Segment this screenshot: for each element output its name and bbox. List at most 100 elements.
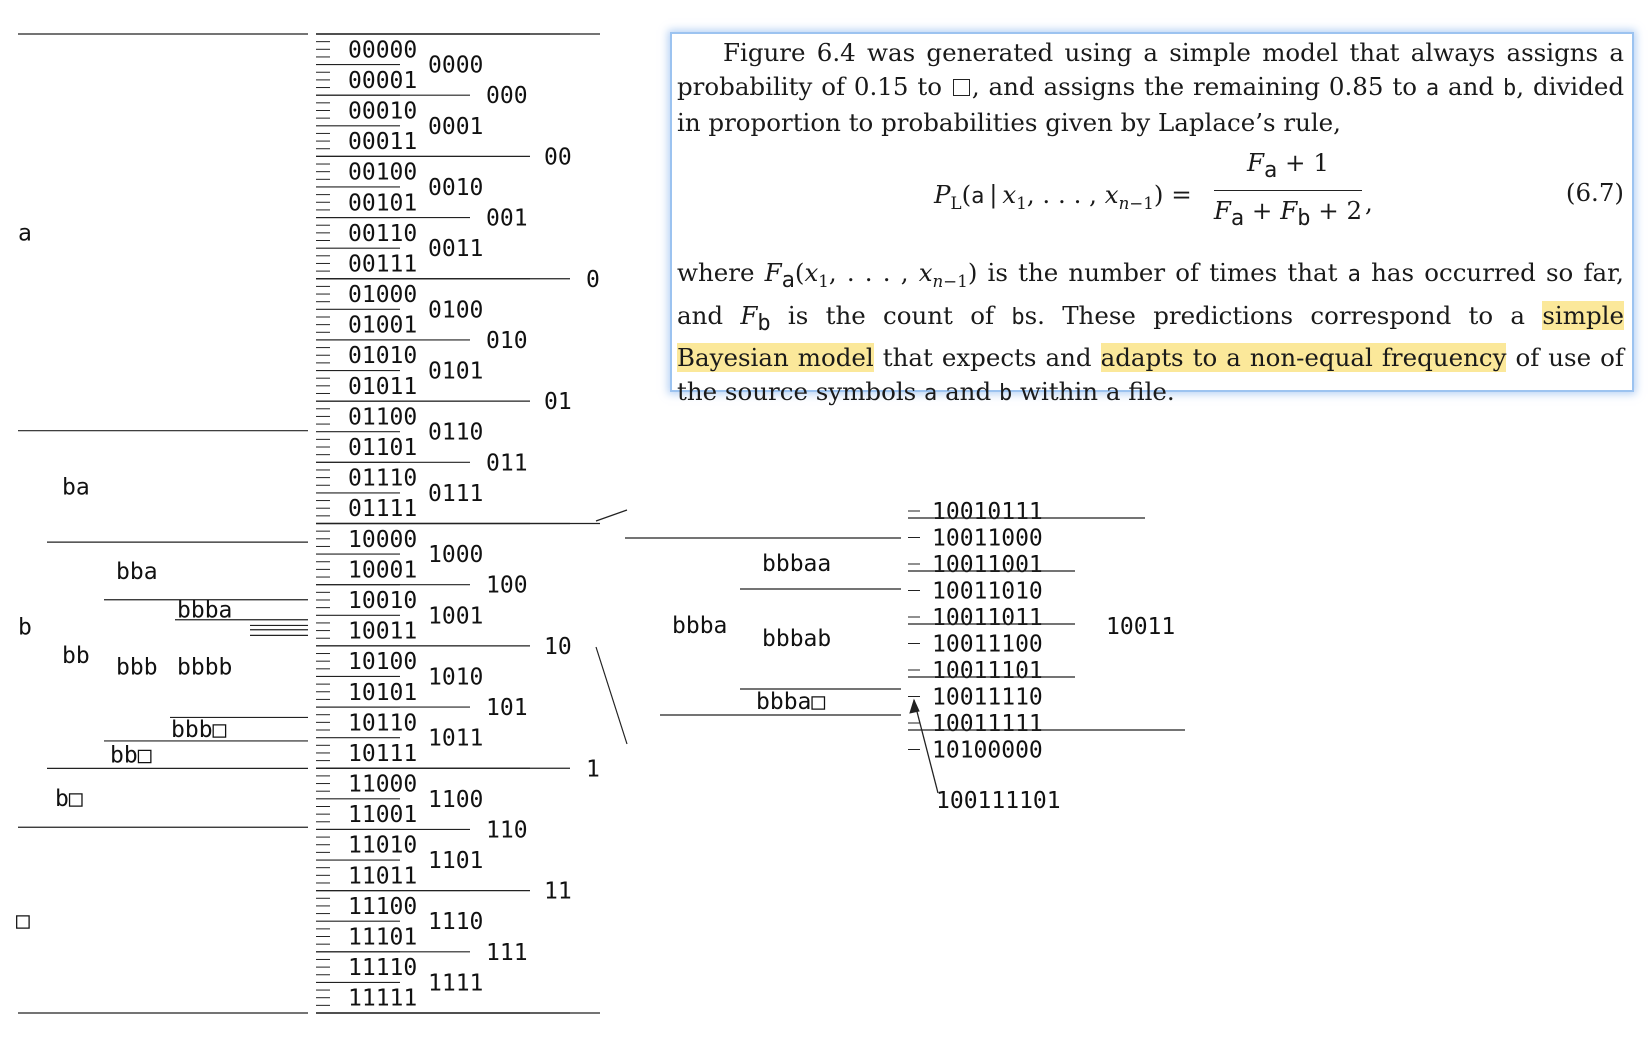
zoom-binary-label: 10011100 <box>932 632 1043 658</box>
binary-label-5bit: 01011 <box>348 374 417 400</box>
zoom-connector <box>595 509 628 522</box>
binary-label-4bit: 1110 <box>428 909 483 935</box>
binary-label-4bit: 0001 <box>428 114 483 140</box>
binary-label-2bit: 11 <box>544 879 572 905</box>
binary-label-4bit: 1000 <box>428 542 483 568</box>
binary-label-5bit: 11001 <box>348 802 417 828</box>
symbol-interval-label: bba <box>116 559 158 585</box>
equation-lhs: PL(a | x1, . . . , xn−1) = <box>934 180 1192 213</box>
binary-label-5bit: 01110 <box>348 466 417 492</box>
binary-label-5bit: 11100 <box>348 894 417 920</box>
binary-label-1bit: 1 <box>586 756 600 782</box>
zoom-binary-label: 10011001 <box>932 552 1043 578</box>
binary-label-4bit: 0110 <box>428 420 483 446</box>
zoom-binary-label: 10011011 <box>932 605 1043 631</box>
binary-label-2bit: 00 <box>544 144 572 170</box>
binary-label-4bit: 1010 <box>428 664 483 690</box>
binary-label-5bit: 01111 <box>348 496 417 522</box>
binary-label-4bit: 1111 <box>428 970 483 996</box>
zoom-interval-label: 10011 <box>1106 614 1175 640</box>
binary-label-5bit: 10101 <box>348 680 417 706</box>
symbol-interval-label: ba <box>62 474 90 500</box>
zoom-binary-label: 10011010 <box>932 579 1043 605</box>
symbol-interval-label: bbb□ <box>171 717 227 743</box>
binary-label-5bit: 11110 <box>348 955 417 981</box>
zoom-binary-label: 10011111 <box>932 711 1043 737</box>
equation-number: (6.7) <box>1565 178 1624 207</box>
binary-label-4bit: 0111 <box>428 481 483 507</box>
zoom-binary-label: 10011000 <box>932 526 1043 552</box>
binary-label-5bit: 00010 <box>348 98 417 124</box>
binary-label-5bit: 10000 <box>348 527 417 553</box>
symbol-interval-label: bbbb <box>177 654 232 680</box>
symbol-interval-label: bb□ <box>110 743 152 769</box>
binary-label-5bit: 00111 <box>348 251 417 277</box>
binary-label-5bit: 10011 <box>348 619 417 645</box>
binary-label-5bit: 11011 <box>348 863 417 889</box>
zoom-connector <box>595 646 628 745</box>
binary-label-4bit: 1101 <box>428 848 483 874</box>
binary-label-5bit: 00100 <box>348 160 417 186</box>
binary-label-2bit: 10 <box>544 634 572 660</box>
binary-label-1bit: 0 <box>586 267 600 293</box>
binary-label-5bit: 11101 <box>348 925 417 951</box>
zoom-symbol-label: bbba <box>672 613 727 639</box>
laplace-equation: PL(a | x1, . . . , xn−1) = Fa + 1 Fa + F… <box>677 140 1624 256</box>
binary-label-5bit: 00001 <box>348 68 417 94</box>
binary-label-5bit: 11111 <box>348 986 417 1012</box>
binary-label-3bit: 110 <box>486 817 528 843</box>
binary-label-5bit: 01101 <box>348 435 417 461</box>
binary-label-2bit: 01 <box>544 389 572 415</box>
binary-label-4bit: 0101 <box>428 359 483 385</box>
binary-label-5bit: 10010 <box>348 588 417 614</box>
zoom-binary-label: 10011101 <box>932 658 1043 684</box>
symbol-interval-label: b□ <box>55 786 83 812</box>
symbol-interval-label: a <box>18 220 32 246</box>
symbol-interval-label: bb <box>62 643 90 669</box>
binary-label-5bit: 00011 <box>348 129 417 155</box>
zoom-symbol-label: bbbaa <box>762 551 831 577</box>
binary-label-4bit: 0011 <box>428 236 483 262</box>
binary-label-5bit: 10100 <box>348 649 417 675</box>
binary-label-5bit: 11010 <box>348 833 417 859</box>
zoom-binary-label: 10011110 <box>932 685 1043 711</box>
highlight-non-equal-frequency: adapts to a non-equal frequency <box>1100 342 1507 372</box>
binary-label-4bit: 0000 <box>428 53 483 79</box>
binary-label-5bit: 10111 <box>348 741 417 767</box>
binary-label-5bit: 10001 <box>348 557 417 583</box>
binary-label-5bit: 11000 <box>348 772 417 798</box>
zoom-symbol-label: bbbab <box>762 626 831 652</box>
binary-label-3bit: 101 <box>486 695 528 721</box>
symbol-interval-label: bbba <box>177 598 232 624</box>
binary-label-3bit: 010 <box>486 328 528 354</box>
paragraph-model-description: Figure 6.4 was generated using a simple … <box>677 38 1625 137</box>
binary-label-5bit: 01000 <box>348 282 417 308</box>
binary-label-4bit: 1011 <box>428 726 483 752</box>
paragraph-explanation: where Fa(x1, . . . , xn−1) is the number… <box>677 258 1624 406</box>
binary-label-5bit: 00101 <box>348 190 417 216</box>
binary-label-5bit: 01001 <box>348 313 417 339</box>
zoom-symbol-label: bbba□ <box>756 689 825 715</box>
binary-label-3bit: 100 <box>486 573 528 599</box>
binary-label-5bit: 01010 <box>348 343 417 369</box>
binary-label-5bit: 10110 <box>348 710 417 736</box>
transmitted-code-label: 100111101 <box>936 788 1061 814</box>
code-arrow-head <box>909 698 920 714</box>
binary-label-4bit: 1001 <box>428 603 483 629</box>
symbol-interval-label: bbb <box>116 654 158 680</box>
binary-label-5bit: 00110 <box>348 221 417 247</box>
binary-label-3bit: 000 <box>486 83 528 109</box>
binary-label-3bit: 111 <box>486 940 528 966</box>
zoom-binary-label: 10100000 <box>932 738 1043 764</box>
binary-label-3bit: 001 <box>486 206 528 232</box>
explanation-callout: Figure 6.4 was generated using a simple … <box>670 32 1634 406</box>
binary-label-4bit: 0100 <box>428 297 483 323</box>
binary-label-4bit: 0010 <box>428 175 483 201</box>
binary-label-4bit: 1100 <box>428 787 483 813</box>
zoom-binary-label: 10010111 <box>932 499 1043 525</box>
binary-label-5bit: 01100 <box>348 404 417 430</box>
binary-label-5bit: 00000 <box>348 37 417 63</box>
equation-fraction: Fa + 1 Fa + Fb + 2 <box>1213 148 1363 231</box>
binary-label-3bit: 011 <box>486 450 528 476</box>
symbol-interval-label: □ <box>16 908 30 934</box>
